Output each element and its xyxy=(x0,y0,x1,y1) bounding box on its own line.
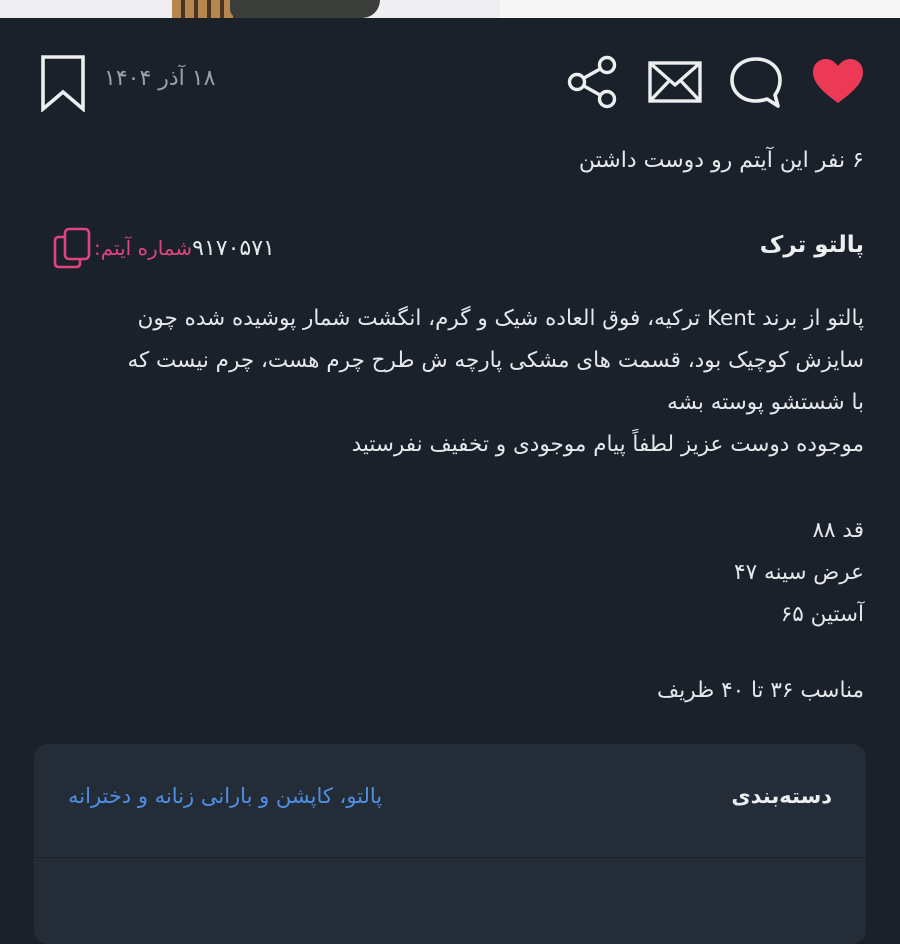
envelope-icon xyxy=(648,61,702,103)
bookmark-icon xyxy=(41,55,85,112)
bookmark-button[interactable] xyxy=(34,52,92,114)
image-background xyxy=(500,0,900,18)
category-card: دسته‌بندی پالتو، کاپشن و بارانی زنانه و … xyxy=(34,744,866,944)
post-date: ۱۸ آذر ۱۴۰۴ xyxy=(104,66,216,91)
description-line: سایزش کوچیک بود، قسمت های مشکی پارچه ش ط… xyxy=(127,348,864,373)
image-coat xyxy=(230,0,380,18)
share-button[interactable] xyxy=(565,54,621,110)
like-button[interactable] xyxy=(810,54,866,110)
category-label: دسته‌بندی xyxy=(731,784,832,808)
copy-icon xyxy=(53,227,91,269)
measurement-sleeve: آستین ۶۵ xyxy=(780,602,864,627)
comment-bubble-icon xyxy=(730,57,782,108)
item-id-value: ۹۱۷۰۵۷۱ xyxy=(192,235,275,261)
mail-button[interactable] xyxy=(647,54,703,110)
suitable-size-text: مناسب ۳۶ تا ۴۰ ظریف xyxy=(657,678,864,703)
likes-count-text: ۶ نفر این آیتم رو دوست داشتن xyxy=(578,148,864,173)
measurement-height: قد ۸۸ xyxy=(812,518,864,543)
comment-button[interactable] xyxy=(728,54,784,110)
item-id-section: ۹۱۷۰۵۷۱ شماره آیتم: xyxy=(38,224,293,272)
measurement-chest: عرض سینه ۴۷ xyxy=(734,560,864,585)
heart-icon xyxy=(813,59,863,103)
item-id-label: شماره آیتم: xyxy=(94,236,193,260)
description-line: موجوده دوست عزیز لطفاً پیام موجودی و تخف… xyxy=(351,432,864,457)
action-bar: ۱۸ آذر ۱۴۰۴ xyxy=(0,54,900,114)
item-title: پالتو ترک xyxy=(759,232,864,258)
copy-item-id-button[interactable] xyxy=(50,224,94,272)
share-icon xyxy=(567,55,617,109)
description-line: با شستشو پوسته بشه xyxy=(667,390,864,415)
product-image-strip xyxy=(0,0,900,18)
item-description: پالتو از برند Kent ترکیه، فوق العاده شیک… xyxy=(34,298,864,712)
category-row: دسته‌بندی پالتو، کاپشن و بارانی زنانه و … xyxy=(34,744,866,858)
item-detail-page: ۱۸ آذر ۱۴۰۴ ۶ نفر این آیتم رو دوست داشتن… xyxy=(0,18,900,944)
category-link[interactable]: پالتو، کاپشن و بارانی زنانه و دخترانه xyxy=(68,784,382,808)
description-line: پالتو از برند Kent ترکیه، فوق العاده شیک… xyxy=(137,306,864,331)
